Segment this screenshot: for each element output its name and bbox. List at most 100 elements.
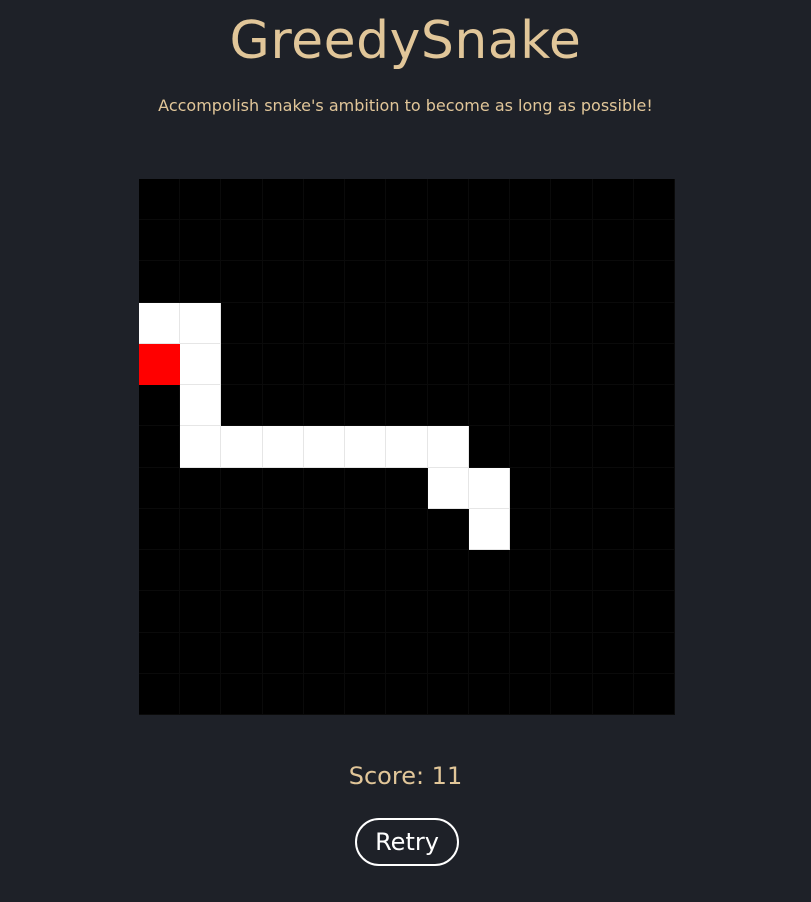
board-cell — [592, 220, 634, 262]
board-cell — [510, 343, 552, 386]
board-cell — [510, 426, 552, 468]
board-cell — [303, 591, 346, 633]
board-cell — [427, 508, 469, 551]
board-cell — [551, 508, 593, 551]
board-cell — [633, 467, 675, 509]
board-cell — [468, 550, 511, 592]
snake-segment — [262, 426, 304, 468]
board-cell — [180, 508, 222, 551]
board-cell — [139, 426, 181, 468]
board-cell — [592, 302, 634, 344]
board-cell — [468, 673, 511, 715]
board-cell — [592, 343, 634, 386]
snake-segment — [139, 302, 181, 344]
board-cell — [592, 673, 634, 715]
board-cell — [139, 179, 181, 221]
snake-segment — [180, 426, 222, 468]
board-cell — [386, 591, 428, 633]
board-cell — [221, 467, 263, 509]
board-cell — [345, 550, 387, 592]
board-cell — [139, 632, 181, 674]
board-cell — [468, 426, 511, 468]
board-cell — [468, 385, 511, 427]
board-cell — [510, 673, 552, 715]
board-cell — [592, 632, 634, 674]
food-cell — [139, 343, 181, 386]
board-cell — [139, 673, 181, 715]
board-cell — [427, 261, 469, 303]
board-cell — [139, 550, 181, 592]
board-cell — [592, 591, 634, 633]
board-cell — [303, 179, 346, 221]
board-cell — [262, 673, 304, 715]
board-cell — [551, 179, 593, 221]
board-cell — [510, 550, 552, 592]
page-subtitle: Accompolish snake's ambition to become a… — [158, 96, 653, 115]
board-cell — [468, 220, 511, 262]
board-cell — [633, 632, 675, 674]
board-cell — [139, 591, 181, 633]
board-cell — [345, 302, 387, 344]
board-cell — [221, 550, 263, 592]
board-cell — [386, 220, 428, 262]
board-cell — [303, 550, 346, 592]
board-cell — [551, 632, 593, 674]
board-cell — [592, 261, 634, 303]
board-cell — [139, 467, 181, 509]
board-cell — [303, 343, 346, 386]
retry-button[interactable]: Retry — [355, 818, 459, 866]
board-cell — [468, 632, 511, 674]
board-cell — [592, 467, 634, 509]
snake-segment — [468, 508, 511, 551]
board-cell — [427, 673, 469, 715]
board-cell — [262, 550, 304, 592]
board-cell — [510, 508, 552, 551]
board-cell — [303, 632, 346, 674]
board-cell — [303, 673, 346, 715]
board-cell — [551, 591, 593, 633]
board-cell — [221, 385, 263, 427]
board-cell — [510, 302, 552, 344]
game-page: GreedySnake Accompolish snake's ambition… — [0, 0, 811, 902]
board-cell — [345, 673, 387, 715]
board-cell — [345, 179, 387, 221]
board-cell — [221, 343, 263, 386]
board-cell — [551, 385, 593, 427]
board-cell — [221, 302, 263, 344]
game-board[interactable] — [139, 179, 675, 715]
board-cell — [345, 261, 387, 303]
snake-segment — [345, 426, 387, 468]
board-cell — [551, 302, 593, 344]
board-cell — [345, 467, 387, 509]
board-cell — [180, 550, 222, 592]
board-cell — [303, 302, 346, 344]
board-cell — [427, 302, 469, 344]
board-cell — [180, 591, 222, 633]
board-cell — [303, 261, 346, 303]
board-cell — [468, 343, 511, 386]
board-cell — [551, 343, 593, 386]
board-cell — [633, 179, 675, 221]
board-cell — [592, 426, 634, 468]
snake-segment — [386, 426, 428, 468]
board-cell — [633, 550, 675, 592]
board-cell — [303, 220, 346, 262]
board-cell — [592, 550, 634, 592]
board-cell — [180, 673, 222, 715]
board-cell — [551, 426, 593, 468]
board-cell — [633, 220, 675, 262]
board-cell — [510, 220, 552, 262]
snake-segment — [427, 467, 469, 509]
board-cell — [221, 508, 263, 551]
board-cell — [139, 385, 181, 427]
board-cell — [551, 220, 593, 262]
snake-segment — [180, 385, 222, 427]
board-cell — [345, 385, 387, 427]
board-cell — [551, 467, 593, 509]
board-cell — [592, 179, 634, 221]
board-cell — [139, 261, 181, 303]
board-cell — [345, 508, 387, 551]
score-display: Score: 11 — [348, 762, 463, 790]
board-cell — [221, 220, 263, 262]
board-cell — [180, 261, 222, 303]
